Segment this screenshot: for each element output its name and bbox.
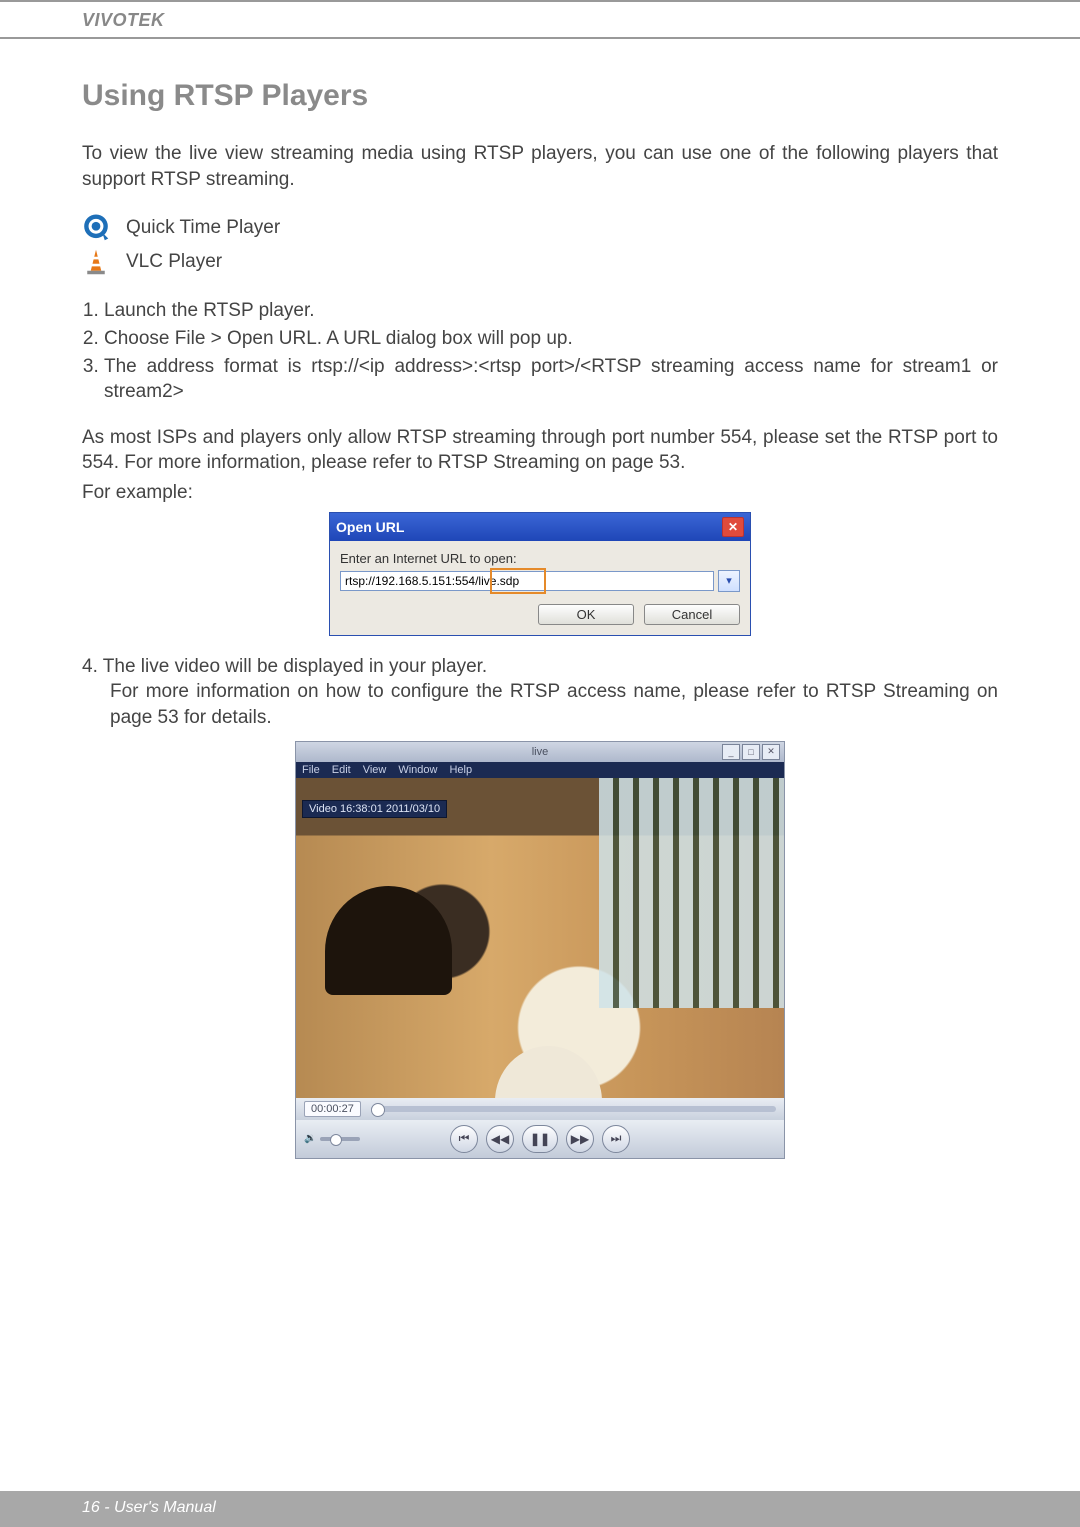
dialog-buttons: OK Cancel [330, 596, 750, 635]
dialog-url-input[interactable] [340, 571, 714, 591]
qt-skip-back-button[interactable]: ⏮ [450, 1125, 478, 1153]
qt-seek-track[interactable] [371, 1106, 776, 1112]
player-quicktime-label: Quick Time Player [126, 217, 280, 239]
step-4: 4. The live video will be displayed in y… [82, 654, 998, 731]
section-title: Using RTSP Players [82, 79, 998, 113]
qt-skip-forward-button[interactable]: ⏭ [602, 1125, 630, 1153]
step-2: Choose File > Open URL. A URL dialog box… [104, 326, 998, 352]
qt-menu-window[interactable]: Window [398, 764, 437, 776]
qt-menu-help[interactable]: Help [449, 764, 472, 776]
quicktime-icon [82, 214, 110, 242]
open-url-dialog-wrap: Open URL ✕ Enter an Internet URL to open… [82, 512, 998, 636]
dialog-body: Enter an Internet URL to open: ▾ [330, 541, 750, 596]
qt-window-title: live [532, 746, 549, 758]
qt-volume-slider[interactable] [320, 1137, 360, 1141]
player-vlc: VLC Player [82, 248, 998, 276]
quicktime-player-wrap: live _ □ ✕ File Edit View Window Help Vi… [82, 741, 998, 1159]
qt-rewind-button[interactable]: ◀◀ [486, 1125, 514, 1153]
qt-titlebar: live _ □ ✕ [295, 741, 785, 762]
brand-text: VIVOTEK [82, 10, 165, 30]
dialog-close-button[interactable]: ✕ [722, 517, 744, 537]
qt-pause-button[interactable]: ❚❚ [522, 1125, 558, 1153]
qt-close-button[interactable]: ✕ [762, 744, 780, 760]
open-url-dialog: Open URL ✕ Enter an Internet URL to open… [329, 512, 751, 636]
qt-menu-view[interactable]: View [363, 764, 387, 776]
for-example-label: For example: [82, 480, 998, 506]
steps-list: Launch the RTSP player. Choose File > Op… [82, 298, 998, 405]
qt-controls: 🔉 ⏮ ◀◀ ❚❚ ▶▶ ⏭ [295, 1120, 785, 1159]
isp-note: As most ISPs and players only allow RTSP… [82, 425, 998, 476]
step-1: Launch the RTSP player. [104, 298, 998, 324]
quicktime-player-window: live _ □ ✕ File Edit View Window Help Vi… [295, 741, 785, 1159]
step-4-line1: 4. The live video will be displayed in y… [82, 656, 487, 677]
page-footer: 16 - User's Manual [0, 1491, 1080, 1527]
dialog-cancel-button[interactable]: Cancel [644, 604, 740, 625]
footer-text: 16 - User's Manual [82, 1499, 216, 1516]
dialog-url-dropdown[interactable]: ▾ [718, 570, 740, 592]
qt-menubar: File Edit View Window Help [295, 762, 785, 778]
qt-forward-button[interactable]: ▶▶ [566, 1125, 594, 1153]
dialog-titlebar: Open URL ✕ [330, 513, 750, 541]
qt-maximize-button[interactable]: □ [742, 744, 760, 760]
step-3: The address format is rtsp://<ip address… [104, 354, 998, 405]
dialog-prompt: Enter an Internet URL to open: [340, 551, 740, 566]
vlc-icon [82, 248, 110, 276]
player-vlc-label: VLC Player [126, 251, 222, 273]
qt-video-overlay-timestamp: Video 16:38:01 2011/03/10 [302, 800, 447, 818]
page-header: VIVOTEK [0, 0, 1080, 39]
qt-menu-edit[interactable]: Edit [332, 764, 351, 776]
qt-video-area: Video 16:38:01 2011/03/10 [295, 778, 785, 1098]
qt-menu-file[interactable]: File [302, 764, 320, 776]
player-list: Quick Time Player VLC Player [82, 214, 998, 276]
qt-seek-bar: 00:00:27 [295, 1098, 785, 1120]
step-4-line2: For more information on how to configure… [82, 679, 998, 730]
page-body: Using RTSP Players To view the live view… [0, 39, 1080, 1159]
qt-minimize-button[interactable]: _ [722, 744, 740, 760]
intro-paragraph: To view the live view streaming media us… [82, 141, 998, 192]
dialog-title: Open URL [336, 519, 404, 535]
dialog-ok-button[interactable]: OK [538, 604, 634, 625]
qt-timecode: 00:00:27 [304, 1101, 361, 1117]
qt-volume: 🔉 [304, 1133, 360, 1144]
player-quicktime: Quick Time Player [82, 214, 998, 242]
qt-volume-icon: 🔉 [304, 1133, 316, 1144]
